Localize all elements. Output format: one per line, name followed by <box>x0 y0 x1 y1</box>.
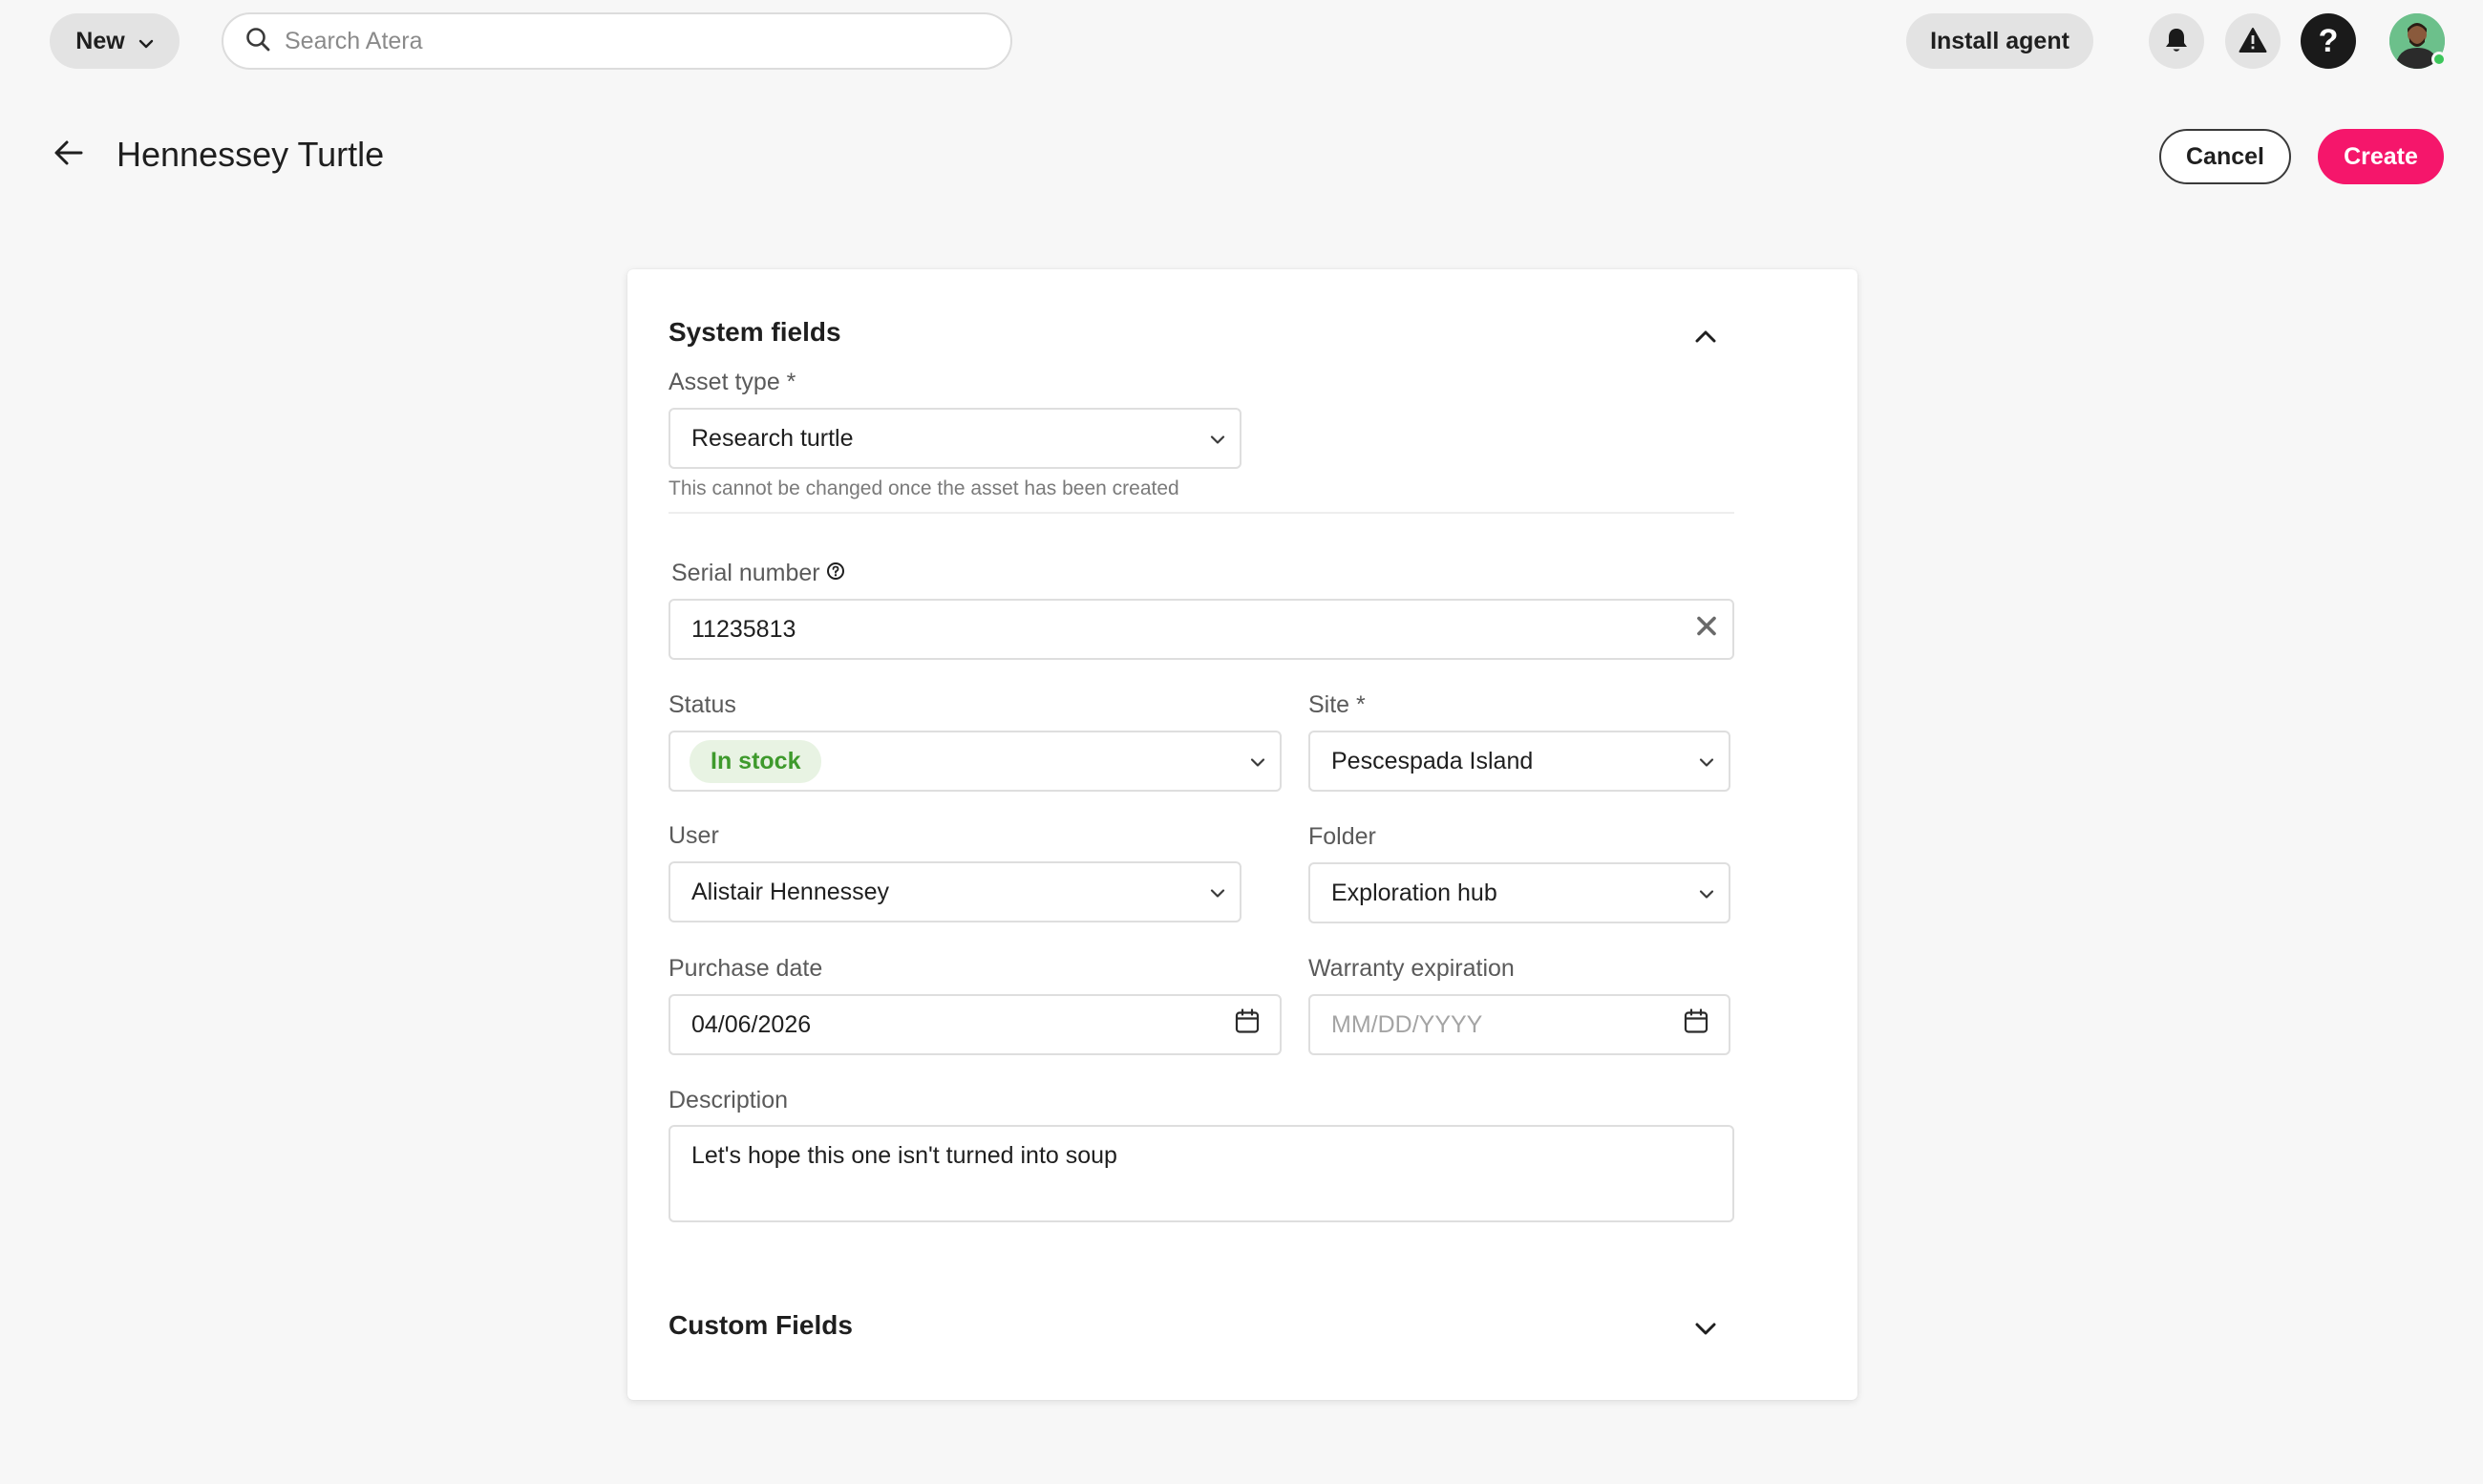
serial-number-field[interactable]: 11235813 <box>668 599 1734 660</box>
asset-type-select[interactable]: Research turtle <box>668 408 1242 469</box>
collapse-system-fields-button[interactable] <box>1688 321 1723 355</box>
calendar-icon[interactable] <box>1234 1008 1261 1042</box>
user-select[interactable]: Alistair Hennessey <box>668 861 1242 922</box>
folder-label: Folder <box>1308 823 1376 850</box>
chevron-down-icon <box>1698 880 1715 907</box>
search-icon <box>244 26 271 57</box>
serial-number-label: Serial number <box>671 560 820 586</box>
arrow-left-icon <box>53 139 84 171</box>
chevron-down-icon <box>1698 748 1715 775</box>
chevron-down-icon <box>1249 748 1266 775</box>
description-value: Let's hope this one isn't turned into so… <box>691 1142 1117 1169</box>
site-select[interactable]: Pescespada Island <box>1308 731 1730 792</box>
bell-icon <box>2163 26 2190 57</box>
user-label: User <box>668 822 719 849</box>
search-bar[interactable] <box>222 12 1012 70</box>
status-select[interactable]: In stock <box>668 731 1282 792</box>
asset-type-value: Research turtle <box>691 424 854 452</box>
status-label: Status <box>668 691 736 718</box>
custom-fields-title: Custom Fields <box>668 1310 853 1340</box>
install-agent-button[interactable]: Install agent <box>1906 13 2093 69</box>
description-textarea[interactable]: Let's hope this one isn't turned into so… <box>668 1125 1734 1222</box>
create-button[interactable]: Create <box>2318 129 2444 184</box>
chevron-down-icon <box>1209 425 1226 453</box>
folder-value: Exploration hub <box>1331 879 1497 906</box>
description-label: Description <box>668 1087 789 1113</box>
help-button[interactable]: ? <box>2301 13 2356 69</box>
alerts-button[interactable] <box>2225 13 2281 69</box>
page-title: Hennessey Turtle <box>117 135 385 174</box>
asset-type-label: Asset type * <box>668 369 796 395</box>
chevron-down-icon <box>1209 879 1226 906</box>
warranty-expiration-input[interactable] <box>1331 1010 1649 1039</box>
status-badge: In stock <box>690 739 822 783</box>
serial-number-value: 11235813 <box>691 615 796 643</box>
user-value: Alistair Hennessey <box>691 878 890 905</box>
help-circle-icon[interactable] <box>826 560 845 587</box>
warning-icon <box>2239 27 2267 56</box>
cancel-button[interactable]: Cancel <box>2159 129 2291 184</box>
asset-type-hint: This cannot be changed once the asset ha… <box>668 477 1179 499</box>
warranty-expiration-label: Warranty expiration <box>1308 955 1515 982</box>
back-button[interactable] <box>48 134 90 176</box>
site-value: Pescespada Island <box>1331 747 1534 774</box>
expand-custom-fields-button[interactable] <box>1688 1314 1723 1348</box>
warranty-expiration-field[interactable] <box>1308 994 1730 1055</box>
top-bar: New Install agent ? <box>0 0 2483 82</box>
folder-select[interactable]: Exploration hub <box>1308 862 1730 923</box>
purchase-date-value: 04/06/2026 <box>691 1010 812 1038</box>
divider <box>668 512 1734 514</box>
asset-form-card: System fields Asset type * Research turt… <box>627 269 1857 1400</box>
chevron-down-icon <box>1694 1322 1717 1342</box>
notifications-button[interactable] <box>2149 13 2204 69</box>
new-button[interactable]: New <box>50 13 180 69</box>
serial-number-label-row: Serial number <box>671 560 845 587</box>
purchase-date-label: Purchase date <box>668 955 823 982</box>
chevron-down-icon <box>138 28 154 55</box>
avatar[interactable] <box>2389 13 2447 69</box>
new-button-label: New <box>75 27 125 54</box>
system-fields-title: System fields <box>668 317 841 347</box>
chevron-up-icon <box>1694 329 1717 349</box>
calendar-icon[interactable] <box>1683 1008 1709 1042</box>
close-icon[interactable] <box>1696 616 1717 644</box>
online-status-dot <box>2431 52 2447 67</box>
site-label: Site * <box>1308 691 1366 718</box>
purchase-date-field[interactable]: 04/06/2026 <box>668 994 1282 1055</box>
search-input[interactable] <box>285 27 953 55</box>
